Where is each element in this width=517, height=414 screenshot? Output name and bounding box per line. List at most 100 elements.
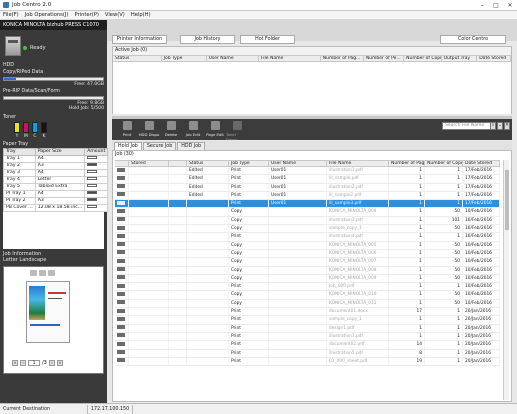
toner-demo-button[interactable]: Toner Demo <box>226 119 248 142</box>
tray-row[interactable]: PB Cover ... 12.08 x 18.58 inc... <box>3 203 109 212</box>
tray-row[interactable]: Tray 2 A3 <box>3 161 109 170</box>
job-col-header[interactable]: User Name <box>269 161 327 166</box>
row-check[interactable] <box>115 357 129 366</box>
table-row[interactable]: Edited Print User01 ill_sample.pdf 1 1 17/Feb/… <box>115 175 500 184</box>
table-row[interactable]: Copy KONICA_MINOLTA_005 1 50 10/Feb/2016 <box>115 241 500 250</box>
job-list-scrollbar[interactable] <box>503 160 509 400</box>
table-row[interactable]: Edited Print User01 ill_sample2.pdf 1 1 17/Feb… <box>115 191 500 201</box>
row-check[interactable] <box>115 283 129 291</box>
print-button[interactable]: Print <box>116 119 138 137</box>
table-row[interactable]: Print job_000.pdf 1 1 10/Feb/2016 <box>115 283 500 292</box>
tab-hdd-job[interactable]: HDD Job <box>177 142 206 150</box>
paper-size-col-header[interactable]: Paper Size <box>34 147 86 156</box>
job-col-header[interactable] <box>115 161 129 166</box>
next-page-icon[interactable]: › <box>48 359 55 366</box>
row-check[interactable] <box>115 225 129 233</box>
search-icon[interactable]: ⌕ <box>490 122 496 130</box>
job-col-header[interactable]: Job Type <box>229 161 269 166</box>
row-check[interactable] <box>115 233 129 241</box>
job-edit-button[interactable]: Job Edit <box>182 119 204 137</box>
delete-button[interactable]: Delete <box>160 119 182 137</box>
table-row[interactable]: Print illustration1.pdf 1 1 20/Jan/2016 <box>115 332 500 342</box>
tray-row[interactable]: PI Tray 1 A4 <box>3 189 109 198</box>
job-col-header[interactable] <box>169 161 187 166</box>
table-row[interactable]: Copy KONICA_MINOLTA_008 1 50 10/Feb/2016 <box>115 266 500 275</box>
active-col-header[interactable]: Number of Copi... <box>404 56 442 61</box>
table-row[interactable]: Copy KONICA_MINOLTA_011 1 50 10/Feb/2016 <box>115 299 500 309</box>
job-history-button[interactable]: Job History <box>180 35 235 44</box>
page-edit-button[interactable]: Page Edit <box>204 119 226 137</box>
first-page-icon[interactable]: « <box>12 359 18 366</box>
preview-rotate-icon[interactable] <box>39 269 46 276</box>
job-col-header[interactable]: Number of Pag... <box>389 161 425 166</box>
amount-col-header[interactable]: Amount <box>84 147 109 156</box>
table-row[interactable]: Edited Print User01 illustration2.pdf 1 1 17/F… <box>115 183 500 192</box>
row-check[interactable] <box>115 332 129 341</box>
active-col-header[interactable]: Output Tray <box>442 56 478 61</box>
menu-view[interactable]: View(V) <box>105 12 125 18</box>
active-col-header[interactable]: Number of Pe... <box>364 56 405 61</box>
table-row[interactable]: Copy illustration3.pdf 1 101 10/Feb/2016 <box>115 216 500 226</box>
table-row[interactable]: Print sample_copy_1 1 1 20/Jan/2016 <box>115 316 500 325</box>
row-check[interactable] <box>115 183 129 191</box>
row-check[interactable] <box>115 316 129 324</box>
search-input[interactable]: Search File Name <box>442 122 492 130</box>
row-check[interactable] <box>115 216 129 225</box>
hot-folder-button[interactable]: Hot Folder <box>240 35 295 44</box>
row-check[interactable] <box>115 241 129 249</box>
maximize-icon[interactable]: □ <box>489 2 503 9</box>
row-check[interactable] <box>115 258 129 266</box>
printer-information-button[interactable]: Printer Information <box>112 35 167 44</box>
row-check[interactable] <box>115 249 129 258</box>
row-check[interactable] <box>115 291 129 299</box>
tray-row[interactable]: PI Tray 2 A3 <box>3 196 109 205</box>
scrollbar-thumb[interactable] <box>505 170 509 230</box>
table-row[interactable]: Print document02.pdf 14 1 20/Jan/2016 <box>115 341 500 350</box>
table-row[interactable]: Edited Print User01 illustration1.pdf 1 1 17/F… <box>115 167 500 176</box>
menu-job-operations[interactable]: Job Operations(J) <box>25 12 69 18</box>
row-check[interactable] <box>115 208 129 216</box>
color-centro-button[interactable]: Color Centro <box>440 35 506 44</box>
tray-row[interactable]: Tray 4 Letter <box>3 175 109 184</box>
minimize-icon[interactable]: – <box>475 2 489 9</box>
row-check[interactable] <box>115 175 129 183</box>
tab-secure-job[interactable]: Secure Job <box>142 142 177 150</box>
job-col-header[interactable]: Date Stored <box>463 161 500 166</box>
table-row[interactable]: Copy KONICA_MINOLTA_007 1 50 10/Feb/2016 <box>115 258 500 267</box>
active-col-header[interactable]: Date Stored <box>477 56 511 61</box>
table-row[interactable]: Print document01.docx 17 1 20/Jan/2016 <box>115 308 500 317</box>
job-col-header[interactable]: File Name <box>327 161 389 166</box>
table-row[interactable]: Copy KONICA_MINOLTA_010 1 50 10/Feb/2016 <box>115 291 500 300</box>
page-number-input[interactable]: 1 <box>28 359 40 366</box>
job-col-header[interactable]: Status <box>187 161 229 166</box>
tab-hold-job[interactable]: Hold Job <box>114 142 142 150</box>
active-col-header[interactable]: Number of Pag... <box>321 56 364 61</box>
row-check[interactable] <box>115 299 129 308</box>
table-row[interactable]: Print illustration5.pdf 8 1 20/Jan/2016 <box>115 349 500 358</box>
close-icon[interactable]: ✕ <box>503 2 517 9</box>
prev-page-icon[interactable]: ‹ <box>20 359 26 366</box>
row-check[interactable] <box>115 341 129 349</box>
job-col-header[interactable]: Number of Copi... <box>425 161 463 166</box>
table-row[interactable]: Print design1.pdf 1 1 20/Jan/2016 <box>115 324 500 333</box>
tray-row[interactable]: Tray 5 Tabloid Extra <box>3 182 109 191</box>
table-row[interactable]: Copy sample_copy_1 1 50 10/Feb/2016 <box>115 225 500 234</box>
chevron-down-icon[interactable]: ⌄ <box>497 122 503 130</box>
active-col-header[interactable]: User Name <box>207 56 260 61</box>
tray-col-header[interactable]: Tray <box>3 147 36 156</box>
active-col-header[interactable]: File Name <box>259 56 321 61</box>
preview-zoom-icon[interactable] <box>30 269 37 276</box>
active-col-header[interactable]: Status <box>113 56 162 61</box>
row-check[interactable] <box>115 349 129 357</box>
hdd-dispo-button[interactable]: HDD Dispo <box>138 119 160 137</box>
table-row[interactable]: Copy KONICA_MINOLTA_009 1 50 10/Feb/2016 <box>115 274 500 284</box>
table-row[interactable]: Print illustration4.pdf 1 1 10/Feb/2016 <box>115 233 500 242</box>
active-col-header[interactable]: Job Type <box>162 56 207 61</box>
table-row[interactable]: Print 01_000_sheet.pdf 19 1 20/Jan/2016 <box>115 357 500 367</box>
row-check[interactable] <box>115 308 129 316</box>
table-row[interactable]: Print User01 ill_sample3.pdf 1 1 17/Feb/2016 <box>115 200 500 209</box>
row-check[interactable] <box>115 191 129 200</box>
tray-row[interactable]: Tray 3 A4 <box>3 168 109 177</box>
close-icon[interactable]: ✕ <box>504 122 510 130</box>
row-check[interactable] <box>115 324 129 332</box>
